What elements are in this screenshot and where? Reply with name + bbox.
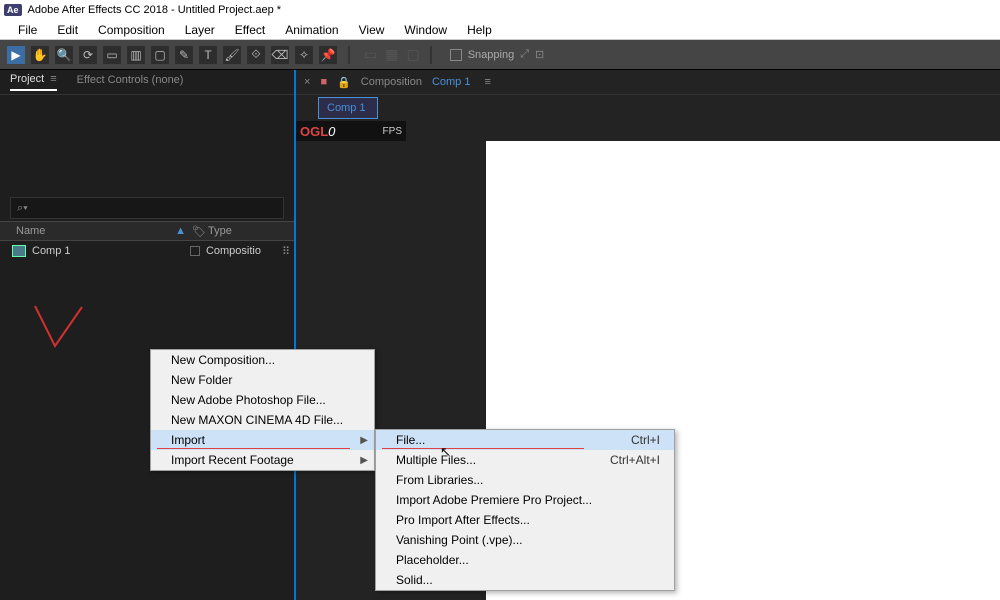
ctx-new-composition[interactable]: New Composition...: [151, 350, 374, 370]
submenu-arrow-icon: ▶: [360, 455, 368, 466]
close-tab-icon[interactable]: ×: [304, 76, 310, 88]
project-item-comp1[interactable]: Comp 1 Compositio ⠿: [0, 241, 294, 261]
fps-label: FPS: [383, 126, 402, 137]
ctx-import-multiple[interactable]: Multiple Files...Ctrl+Alt+I: [376, 450, 674, 470]
fill-icon[interactable]: ▦: [385, 46, 398, 63]
menu-window[interactable]: Window: [394, 21, 457, 39]
pan-behind-tool-icon[interactable]: ▥: [126, 45, 146, 65]
menu-file[interactable]: File: [8, 21, 47, 39]
ae-logo-icon: Ae: [4, 4, 22, 16]
hand-tool-icon[interactable]: ✋: [30, 45, 50, 65]
composition-label: Composition: [361, 76, 422, 88]
tab-project[interactable]: Project≡: [10, 73, 57, 91]
ogl-indicator: OGL 0 FPS: [296, 121, 406, 141]
ctx-import-libraries[interactable]: From Libraries...: [376, 470, 674, 490]
lock-icon[interactable]: 🔒: [337, 76, 351, 89]
col-label-icon[interactable]: 🏷: [192, 225, 208, 238]
menu-edit[interactable]: Edit: [47, 21, 88, 39]
shortcut-label: Ctrl+I: [631, 433, 660, 447]
annotation-red-underline: [382, 448, 584, 449]
rectangle-tool-icon[interactable]: ▢: [150, 45, 170, 65]
menu-help[interactable]: Help: [457, 21, 502, 39]
context-menu-project: New Composition... New Folder New Adobe …: [150, 349, 375, 471]
item-preview-area: [0, 95, 294, 195]
item-label-color: [190, 246, 200, 256]
menu-effect[interactable]: Effect: [225, 21, 275, 39]
context-menu-import: File... Ctrl+I Multiple Files...Ctrl+Alt…: [375, 429, 675, 591]
stroke-icon[interactable]: ▢: [406, 46, 419, 63]
clone-tool-icon[interactable]: ⟐: [246, 45, 266, 65]
col-type[interactable]: Type: [208, 225, 294, 237]
composition-icon: [12, 245, 26, 257]
ctx-import-solid[interactable]: Solid...: [376, 570, 674, 590]
tab-effect-controls[interactable]: Effect Controls (none): [77, 74, 184, 90]
toolbar-divider-2: [430, 46, 432, 64]
project-columns-header: Name ▲ 🏷 Type: [0, 221, 294, 241]
submenu-arrow-icon: ▶: [360, 435, 368, 446]
orbit-tool-icon[interactable]: ⟳: [78, 45, 98, 65]
snap-ext-icon[interactable]: ⤢: [520, 48, 529, 61]
composition-name[interactable]: Comp 1: [432, 76, 471, 88]
selection-tool-icon[interactable]: ▶: [6, 45, 26, 65]
zoom-tool-icon[interactable]: 🔍: [54, 45, 74, 65]
panel-menu-icon[interactable]: ≡: [50, 73, 56, 85]
ctx-import-vpe[interactable]: Vanishing Point (.vpe)...: [376, 530, 674, 550]
project-panel: Project≡ Effect Controls (none) ⌕▾ Name ▲…: [0, 70, 296, 600]
snapping-checkbox[interactable]: [450, 49, 462, 61]
camera-tool-icon[interactable]: ▭: [102, 45, 122, 65]
item-name: Comp 1: [32, 245, 190, 257]
type-tool-icon[interactable]: T: [198, 45, 218, 65]
titlebar: Ae Adobe After Effects CC 2018 - Untitle…: [0, 0, 1000, 20]
window-title: Adobe After Effects CC 2018 - Untitled P…: [28, 4, 282, 16]
brush-tool-icon[interactable]: 🖌: [222, 45, 242, 65]
shortcut-label: Ctrl+Alt+I: [610, 453, 660, 467]
project-search-input[interactable]: ⌕▾: [10, 197, 284, 219]
comp-flow-tab[interactable]: Comp 1: [318, 97, 378, 119]
panel-menu-icon[interactable]: ≡: [484, 76, 490, 88]
ctx-import[interactable]: Import▶: [151, 430, 374, 450]
ctx-new-photoshop-file[interactable]: New Adobe Photoshop File...: [151, 390, 374, 410]
sort-asc-icon[interactable]: ▲: [175, 225, 186, 237]
puppet-tool-icon[interactable]: 📌: [318, 45, 338, 65]
rect-mask-icon[interactable]: ▭: [364, 46, 377, 63]
menu-view[interactable]: View: [349, 21, 395, 39]
annotation-red-check: [30, 301, 90, 361]
ctx-pro-import[interactable]: Pro Import After Effects...: [376, 510, 674, 530]
eraser-tool-icon[interactable]: ⌫: [270, 45, 290, 65]
ctx-import-premiere[interactable]: Import Adobe Premiere Pro Project...: [376, 490, 674, 510]
toolbar: ▶ ✋ 🔍 ⟳ ▭ ▥ ▢ ✎ T 🖌 ⟐ ⌫ ✧ 📌 ▭ ▦ ▢ Snappi…: [0, 40, 1000, 70]
ctx-import-file[interactable]: File... Ctrl+I: [376, 430, 674, 450]
menubar: File Edit Composition Layer Effect Anima…: [0, 20, 1000, 40]
ogl-label: OGL: [300, 124, 328, 139]
toolbar-extra-icons: ▭ ▦ ▢: [364, 46, 420, 63]
snapping-label: Snapping: [468, 49, 515, 61]
ctx-import-placeholder[interactable]: Placeholder...: [376, 550, 674, 570]
roto-tool-icon[interactable]: ✧: [294, 45, 314, 65]
fps-value: 0: [328, 124, 335, 139]
item-type: Compositio: [206, 245, 282, 257]
folder-icon: ⠿: [282, 245, 290, 258]
ctx-new-c4d-file[interactable]: New MAXON CINEMA 4D File...: [151, 410, 374, 430]
menu-composition[interactable]: Composition: [88, 21, 175, 39]
pen-tool-icon[interactable]: ✎: [174, 45, 194, 65]
ctx-import-recent[interactable]: Import Recent Footage▶: [151, 450, 374, 470]
toolbar-divider: [348, 46, 350, 64]
snap-grid-icon[interactable]: ⊡: [535, 48, 544, 61]
menu-animation[interactable]: Animation: [275, 21, 348, 39]
menu-layer[interactable]: Layer: [175, 21, 225, 39]
col-name[interactable]: Name: [16, 225, 45, 237]
ctx-new-folder[interactable]: New Folder: [151, 370, 374, 390]
comp-marker-icon: ■: [320, 76, 327, 88]
